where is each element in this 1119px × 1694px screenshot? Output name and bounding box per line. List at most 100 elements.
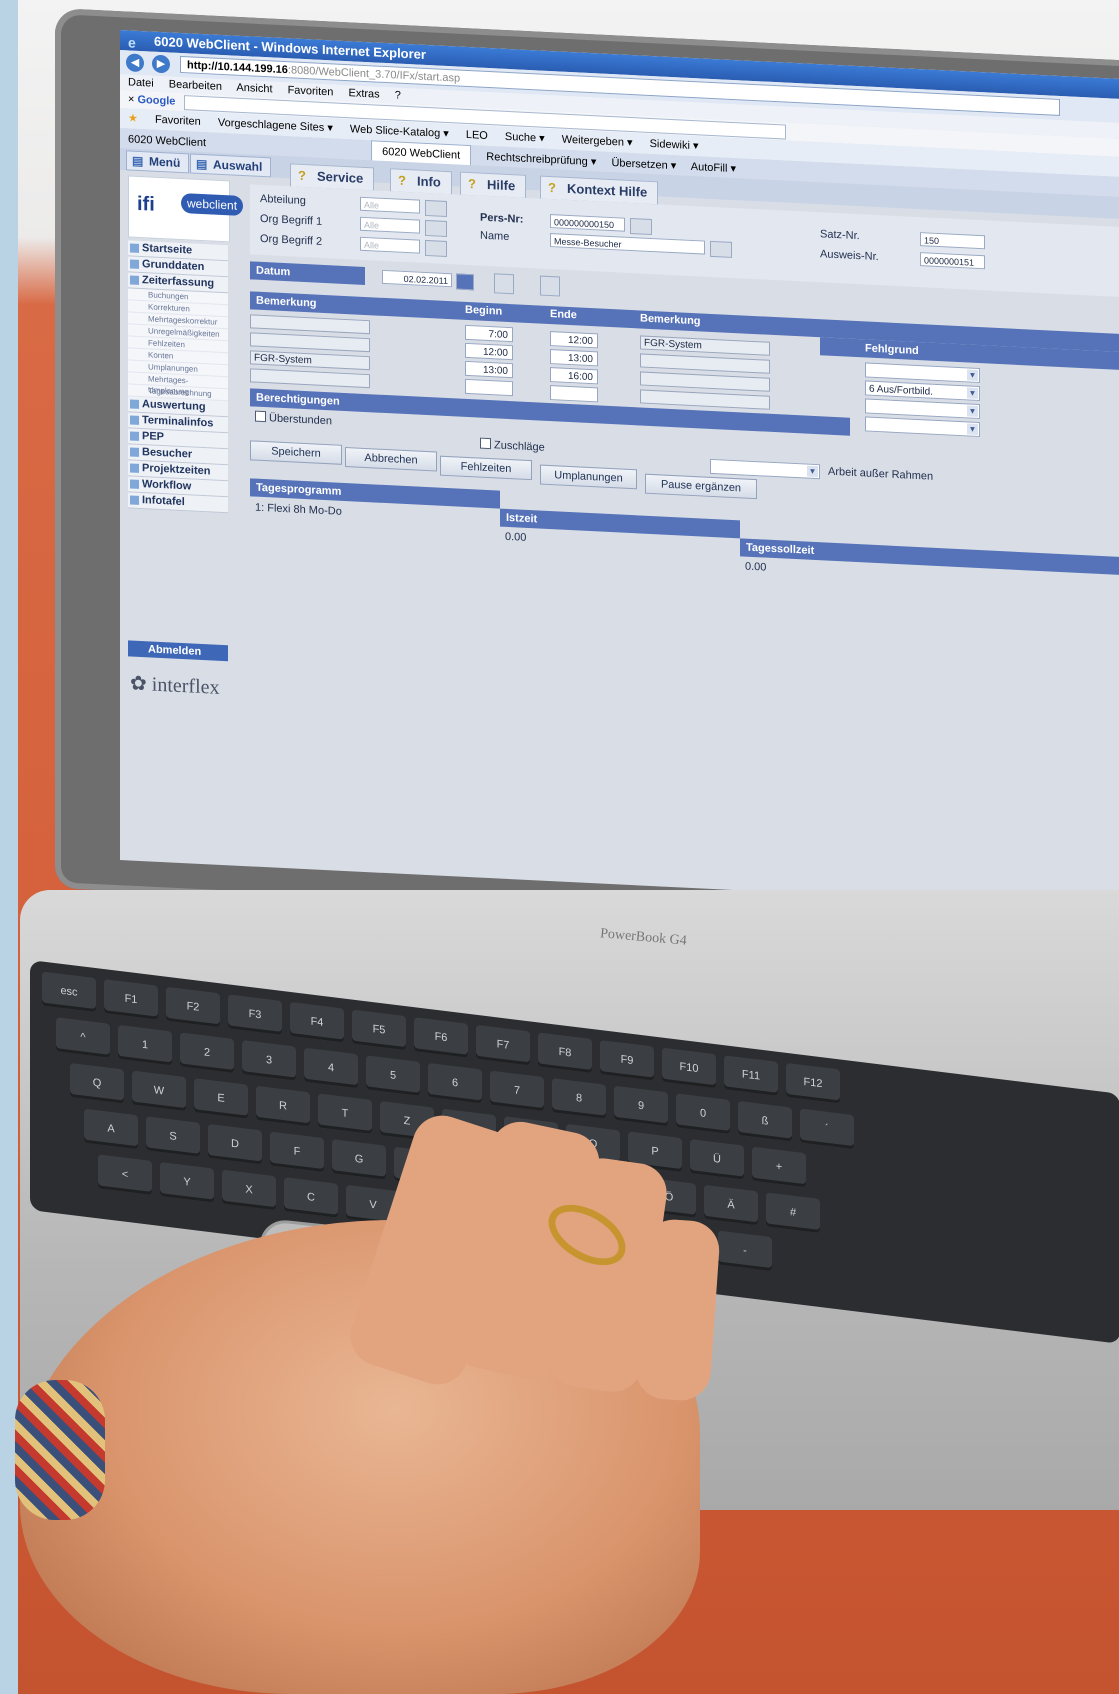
close-icon[interactable]: × xyxy=(128,93,134,105)
keyboard-key[interactable]: X xyxy=(222,1169,276,1211)
keyboard-key[interactable]: F9 xyxy=(600,1039,654,1081)
keyboard-key[interactable]: Y xyxy=(160,1161,214,1203)
keyboard-key[interactable]: 7 xyxy=(490,1070,544,1112)
datum-input[interactable]: 02.02.2011 xyxy=(382,269,452,288)
keyboard-key[interactable]: T xyxy=(318,1093,372,1134)
delete-icon[interactable] xyxy=(540,275,560,297)
menu-help[interactable]: ? xyxy=(395,89,401,101)
menu-favoriten[interactable]: Favoriten xyxy=(288,84,334,98)
fehlzeiten-button[interactable]: Fehlzeiten xyxy=(440,455,532,481)
keyboard-key[interactable]: 8 xyxy=(552,1078,606,1119)
left-remark-1[interactable] xyxy=(250,314,370,335)
fehlgrund-select-1[interactable]: ▼ xyxy=(865,362,980,384)
calendar-icon[interactable] xyxy=(456,273,474,291)
org2-lookup-button[interactable] xyxy=(425,239,447,257)
keyboard-key[interactable]: - xyxy=(718,1230,772,1272)
back-icon[interactable]: ◀ xyxy=(126,53,144,73)
menu-ansicht[interactable]: Ansicht xyxy=(236,82,272,96)
keyboard-key[interactable]: Ä xyxy=(704,1184,758,1226)
keyboard-key[interactable]: F10 xyxy=(662,1047,716,1089)
keyboard-key[interactable]: 5 xyxy=(366,1055,420,1096)
abteilung-lookup-button[interactable] xyxy=(425,199,447,217)
keyboard-key[interactable]: F6 xyxy=(414,1017,468,1058)
remark-4[interactable] xyxy=(640,389,770,410)
toolbar-suche[interactable]: Suche ▾ xyxy=(505,131,545,145)
keyboard-key[interactable]: ´ xyxy=(800,1108,854,1150)
beginn-2[interactable]: 12:00 xyxy=(465,342,513,361)
ausweis-nr-input[interactable]: 0000000151 xyxy=(920,252,985,270)
fehlgrund-select-4[interactable]: ▼ xyxy=(865,416,980,438)
keyboard-key[interactable]: F8 xyxy=(538,1032,592,1074)
keyboard-key[interactable]: Ü xyxy=(690,1139,744,1180)
remark-1[interactable]: FGR-System xyxy=(640,335,770,356)
keyboard-key[interactable]: Q xyxy=(70,1062,124,1104)
umplanungen-button[interactable]: Umplanungen xyxy=(540,464,637,490)
keyboard-key[interactable]: G xyxy=(332,1139,386,1180)
zuschlaege-checkbox[interactable]: Zuschläge xyxy=(480,438,545,453)
org1-lookup-button[interactable] xyxy=(425,219,447,237)
keyboard-key[interactable]: A xyxy=(84,1108,138,1150)
keyboard-key[interactable]: D xyxy=(208,1123,262,1165)
keyboard-key[interactable]: F4 xyxy=(290,1001,344,1043)
ende-4[interactable] xyxy=(550,385,598,403)
menu-extras[interactable]: Extras xyxy=(348,87,379,101)
menu-datei[interactable]: Datei xyxy=(128,76,154,89)
edit-icon[interactable] xyxy=(494,273,514,295)
keyboard-key[interactable]: # xyxy=(766,1192,820,1233)
keyboard-key[interactable]: F2 xyxy=(166,986,220,1028)
keyboard-key[interactable]: ^ xyxy=(56,1017,110,1058)
remark-2[interactable] xyxy=(640,353,770,374)
satz-nr-input[interactable]: 150 xyxy=(920,232,985,250)
keyboard-key[interactable]: 3 xyxy=(242,1040,296,1081)
keyboard-key[interactable]: 4 xyxy=(304,1047,358,1089)
left-remark-4[interactable] xyxy=(250,368,370,389)
keyboard-key[interactable]: < xyxy=(98,1154,152,1195)
toolbar-sidewiki[interactable]: Sidewiki ▾ xyxy=(650,138,699,152)
keyboard-key[interactable]: 0 xyxy=(676,1093,730,1134)
pause-ergaenzen-button[interactable]: Pause ergänzen xyxy=(645,473,757,500)
keyboard-key[interactable]: 2 xyxy=(180,1032,234,1074)
keyboard-key[interactable]: R xyxy=(256,1085,310,1127)
org-begriff-2-input[interactable]: Alle xyxy=(360,236,420,254)
keyboard-key[interactable]: + xyxy=(752,1146,806,1188)
toolbar-autofill[interactable]: AutoFill ▾ xyxy=(691,161,736,175)
fav-suggested-sites[interactable]: Vorgeschlagene Sites ▾ xyxy=(218,117,333,135)
keyboard-key[interactable]: F7 xyxy=(476,1024,530,1066)
favorites-button[interactable]: Favoriten xyxy=(155,114,201,128)
fehlgrund-select-3[interactable]: ▼ xyxy=(865,398,980,420)
beginn-4[interactable] xyxy=(465,378,513,397)
cancel-button[interactable]: Abbrechen xyxy=(345,447,437,472)
left-remark-3[interactable]: FGR-System xyxy=(250,350,370,371)
browser-tab-small[interactable]: 6020 WebClient xyxy=(128,133,206,149)
keyboard-key[interactable]: esc xyxy=(42,971,96,1013)
toolbar-rechtschreibpruefung[interactable]: Rechtschreibprüfung ▾ xyxy=(486,151,596,168)
save-button[interactable]: Speichern xyxy=(250,440,342,465)
keyboard-key[interactable]: F1 xyxy=(104,979,158,1020)
arbeit-ausser-rahmen-select[interactable]: ▼ xyxy=(710,458,820,480)
name-input[interactable]: Messe-Besucher xyxy=(550,233,705,255)
beginn-3[interactable]: 13:00 xyxy=(465,360,513,379)
keyboard-key[interactable]: 9 xyxy=(614,1085,668,1127)
remark-3[interactable] xyxy=(640,371,770,392)
keyboard-key[interactable]: F11 xyxy=(724,1055,778,1096)
toolbar-weitergeben[interactable]: Weitergeben ▾ xyxy=(562,134,633,149)
fehlgrund-select-2[interactable]: 6 Aus/Fortbild. ▼ xyxy=(865,380,980,402)
keyboard-key[interactable]: F xyxy=(270,1131,324,1173)
keyboard-key[interactable]: F12 xyxy=(786,1062,840,1104)
keyboard-key[interactable]: 6 xyxy=(428,1062,482,1104)
toolbar-uebersetzen[interactable]: Übersetzen ▾ xyxy=(611,157,676,172)
keyboard-key[interactable]: F3 xyxy=(228,994,282,1035)
keyboard-key[interactable]: ß xyxy=(738,1100,792,1142)
menu-bearbeiten[interactable]: Bearbeiten xyxy=(169,78,222,93)
fav-leo[interactable]: LEO xyxy=(466,129,488,142)
beginn-1[interactable]: 7:00 xyxy=(465,324,513,343)
left-remark-2[interactable] xyxy=(250,332,370,353)
abteilung-input[interactable]: Alle xyxy=(360,196,420,214)
ende-2[interactable]: 13:00 xyxy=(550,349,598,367)
keyboard-key[interactable]: C xyxy=(284,1177,338,1218)
pers-nr-input[interactable]: 000000000150 xyxy=(550,214,625,232)
ende-3[interactable]: 16:00 xyxy=(550,367,598,385)
fav-web-slice[interactable]: Web Slice-Katalog ▾ xyxy=(350,123,449,140)
keyboard-key[interactable]: S xyxy=(146,1116,200,1157)
keyboard-key[interactable]: E xyxy=(194,1078,248,1119)
